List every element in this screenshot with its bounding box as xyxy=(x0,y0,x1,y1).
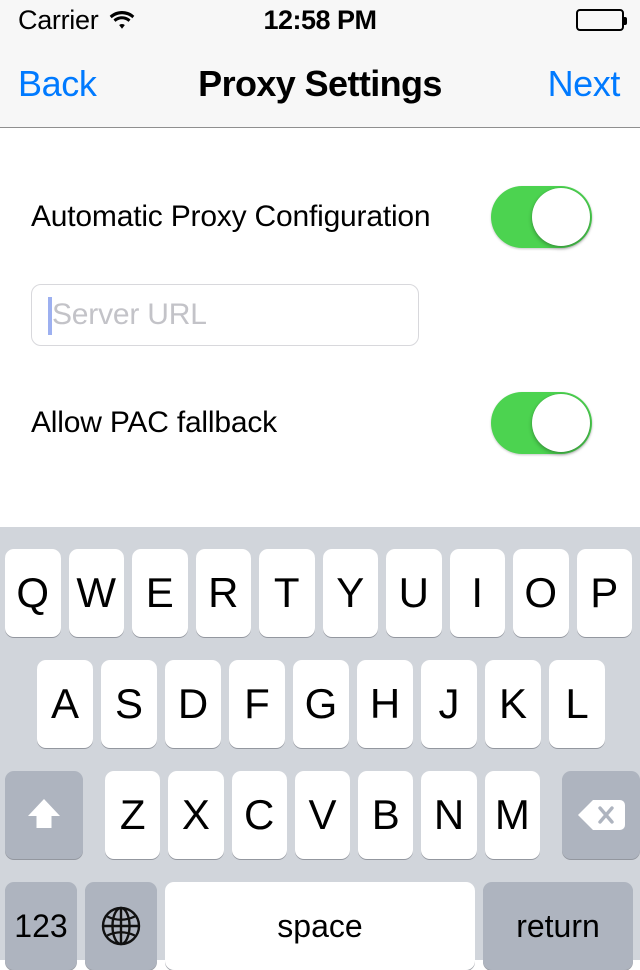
key-o[interactable]: O xyxy=(513,549,569,637)
row-automatic-proxy-configuration: Automatic Proxy Configuration xyxy=(0,185,640,249)
next-button[interactable]: Next xyxy=(548,40,621,127)
key-g[interactable]: G xyxy=(293,660,349,748)
globe-key[interactable] xyxy=(85,882,157,970)
key-j[interactable]: J xyxy=(421,660,477,748)
key-d[interactable]: D xyxy=(165,660,221,748)
server-url-placeholder: Server URL xyxy=(52,298,207,331)
clock-label: 12:58 PM xyxy=(263,4,377,35)
globe-icon xyxy=(99,904,143,948)
on-screen-keyboard: Q W E R T Y U I O P A S D F G H J K L Z … xyxy=(0,527,640,970)
key-n[interactable]: N xyxy=(421,771,477,859)
key-k[interactable]: K xyxy=(485,660,541,748)
key-z[interactable]: Z xyxy=(105,771,161,859)
key-a[interactable]: A xyxy=(37,660,93,748)
shift-arrow-icon xyxy=(24,795,64,835)
server-url-input[interactable]: Server URL xyxy=(31,284,419,346)
key-x[interactable]: X xyxy=(168,771,224,859)
switch-knob xyxy=(532,188,590,246)
key-v[interactable]: V xyxy=(294,771,351,859)
delete-backspace-icon xyxy=(577,797,625,833)
key-b[interactable]: B xyxy=(358,771,414,859)
row-allow-pac-fallback: Allow PAC fallback xyxy=(0,391,640,455)
keyboard-row-3: Z X C V B N M xyxy=(0,771,640,859)
keyboard-row-4: 123 space return xyxy=(0,882,640,970)
status-bar: Carrier 12:58 PM xyxy=(0,0,640,40)
switch-knob xyxy=(532,394,590,452)
key-c[interactable]: C xyxy=(231,771,287,859)
key-q[interactable]: Q xyxy=(5,549,61,637)
page-title: Proxy Settings xyxy=(198,62,442,104)
navigation-bar: Back Proxy Settings Next xyxy=(0,40,640,128)
key-f[interactable]: F xyxy=(229,660,285,748)
space-key[interactable]: space xyxy=(165,882,475,970)
key-e[interactable]: E xyxy=(132,549,188,637)
keyboard-row-2: A S D F G H J K L xyxy=(0,660,640,748)
status-bar-center: 12:58 PM xyxy=(0,0,640,40)
key-w[interactable]: W xyxy=(68,549,124,637)
key-r[interactable]: R xyxy=(195,549,251,637)
key-h[interactable]: H xyxy=(357,660,413,748)
automatic-proxy-configuration-label: Automatic Proxy Configuration xyxy=(31,200,431,233)
key-s[interactable]: S xyxy=(101,660,157,748)
return-key[interactable]: return xyxy=(483,882,633,970)
content-area: Automatic Proxy Configuration Server URL… xyxy=(0,129,640,527)
status-bar-right xyxy=(576,0,627,40)
key-y[interactable]: Y xyxy=(322,549,378,637)
key-t[interactable]: T xyxy=(259,549,315,637)
keyboard-row-1: Q W E R T Y U I O P xyxy=(0,549,640,637)
phone-screen: Carrier 12:58 PM Back Proxy Settings Nex… xyxy=(0,0,640,970)
numbers-key[interactable]: 123 xyxy=(5,882,77,970)
shift-key[interactable] xyxy=(5,771,83,859)
allow-pac-fallback-switch[interactable] xyxy=(491,392,592,454)
key-u[interactable]: U xyxy=(386,549,442,637)
allow-pac-fallback-label: Allow PAC fallback xyxy=(31,406,277,439)
delete-key[interactable] xyxy=(561,771,640,859)
key-p[interactable]: P xyxy=(576,549,632,637)
key-m[interactable]: M xyxy=(484,771,540,859)
battery-full-icon xyxy=(576,9,627,31)
automatic-proxy-configuration-switch[interactable] xyxy=(491,186,592,248)
key-l[interactable]: L xyxy=(549,660,605,748)
key-i[interactable]: I xyxy=(449,549,505,637)
